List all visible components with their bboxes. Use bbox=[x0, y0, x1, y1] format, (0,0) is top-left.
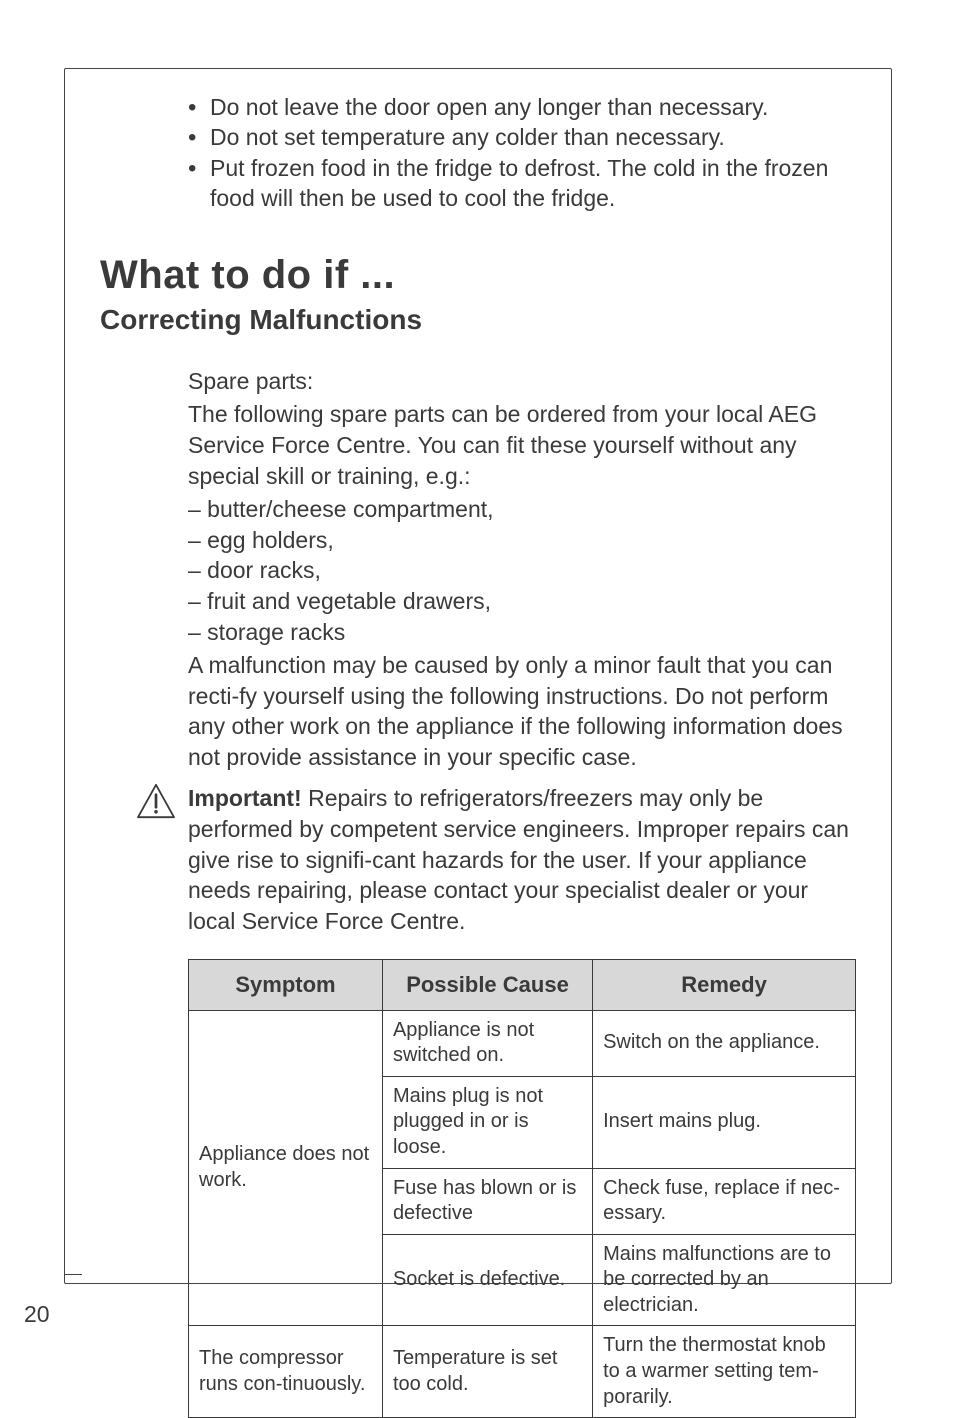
malfunction-paragraph: A malfunction may be caused by only a mi… bbox=[188, 650, 856, 773]
cell-symptom: Appliance does not work. bbox=[189, 1010, 383, 1326]
cell-remedy: Switch on the appliance. bbox=[593, 1010, 856, 1076]
spare-parts-list: – butter/cheese compartment, – egg holde… bbox=[188, 494, 856, 648]
cell-remedy: Turn the thermostat knob to a warmer set… bbox=[593, 1326, 856, 1418]
cell-cause: Fuse has blown or is defective bbox=[382, 1168, 592, 1234]
cell-cause: Mains plug is not plugged in or is loose… bbox=[382, 1076, 592, 1168]
page-content: Do not leave the door open any longer th… bbox=[64, 68, 892, 1418]
table-row: Appliance does not work. Appliance is no… bbox=[189, 1010, 856, 1076]
important-label: Important! bbox=[188, 785, 302, 811]
warning-icon bbox=[136, 783, 176, 819]
subsection-heading: Correcting Malfunctions bbox=[100, 304, 856, 336]
table-row: The compressor runs con-tinuously. Tempe… bbox=[189, 1326, 856, 1418]
cell-symptom: The compressor runs con-tinuously. bbox=[189, 1326, 383, 1418]
spare-parts-label: Spare parts: bbox=[188, 366, 856, 397]
section-heading: What to do if ... bbox=[100, 253, 856, 298]
spare-parts-intro: The following spare parts can be ordered… bbox=[188, 399, 856, 491]
col-symptom: Symptom bbox=[189, 960, 383, 1010]
page-number: 20 bbox=[24, 1301, 50, 1328]
list-item: – door racks, bbox=[188, 555, 856, 586]
list-item: Put frozen food in the fridge to defrost… bbox=[188, 153, 856, 214]
list-item: – butter/cheese compartment, bbox=[188, 494, 856, 525]
list-item: – fruit and vegetable drawers, bbox=[188, 586, 856, 617]
troubleshoot-wrap: Symptom Possible Cause Remedy Appliance … bbox=[188, 959, 856, 1418]
table-header-row: Symptom Possible Cause Remedy bbox=[189, 960, 856, 1010]
body-text: Spare parts: The following spare parts c… bbox=[188, 366, 856, 773]
list-item: – egg holders, bbox=[188, 525, 856, 556]
col-cause: Possible Cause bbox=[382, 960, 592, 1010]
cell-cause: Appliance is not switched on. bbox=[382, 1010, 592, 1076]
important-paragraph: Important! Repairs to refrigerators/free… bbox=[188, 783, 856, 937]
troubleshoot-table: Symptom Possible Cause Remedy Appliance … bbox=[188, 959, 856, 1418]
list-item: Do not set temperature any colder than n… bbox=[188, 122, 856, 152]
cell-cause: Temperature is set too cold. bbox=[382, 1326, 592, 1418]
cell-remedy: Check fuse, replace if nec-essary. bbox=[593, 1168, 856, 1234]
cell-cause: Socket is defective. bbox=[382, 1234, 592, 1326]
col-remedy: Remedy bbox=[593, 960, 856, 1010]
warning-block: Important! Repairs to refrigerators/free… bbox=[100, 783, 856, 937]
cell-remedy: Insert mains plug. bbox=[593, 1076, 856, 1168]
list-item: Do not leave the door open any longer th… bbox=[188, 92, 856, 122]
cell-remedy: Mains malfunctions are to be corrected b… bbox=[593, 1234, 856, 1326]
tips-list: Do not leave the door open any longer th… bbox=[188, 92, 856, 213]
list-item: – storage racks bbox=[188, 617, 856, 648]
